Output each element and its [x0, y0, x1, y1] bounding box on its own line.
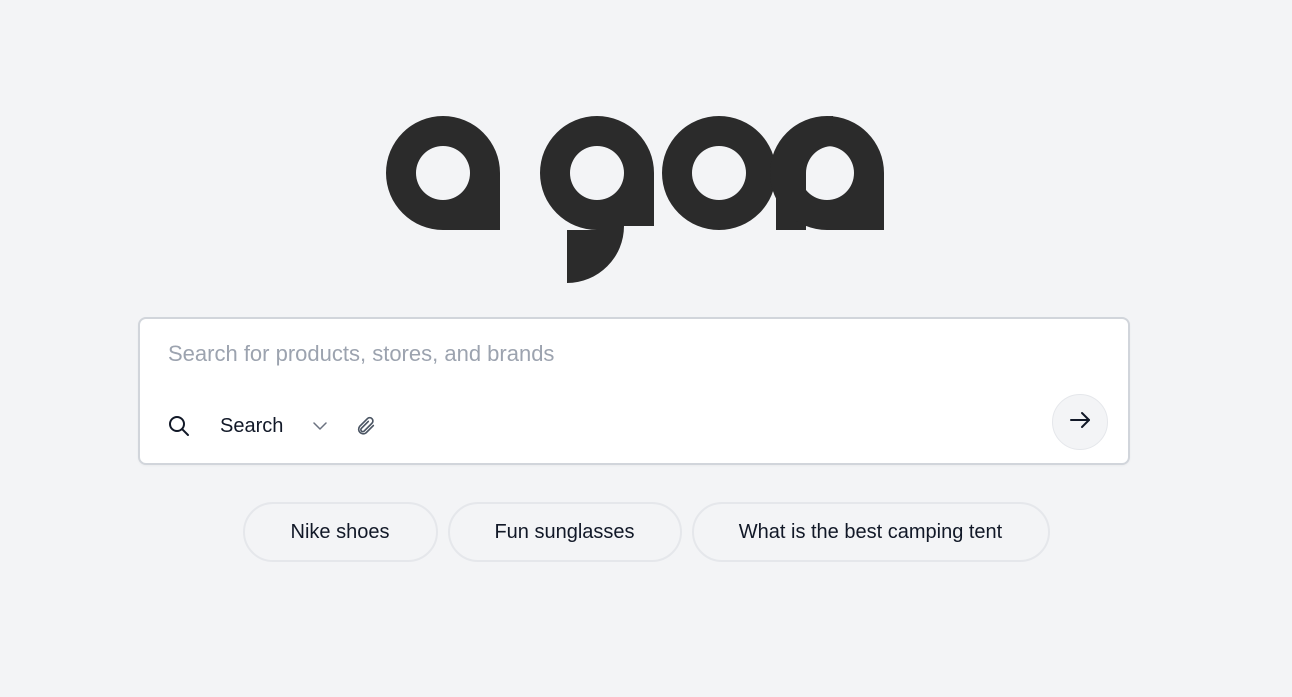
suggestion-chips: Nike shoes Fun sunglasses What is the be…: [0, 502, 1292, 562]
page: Search Nike shoe: [0, 0, 1292, 697]
suggestion-chip[interactable]: What is the best camping tent: [691, 502, 1050, 562]
search-mode-label: Search: [220, 414, 284, 437]
arrow-right-icon: [1068, 408, 1092, 437]
agora-logo: [386, 116, 886, 286]
suggestion-chip[interactable]: Nike shoes: [242, 502, 438, 562]
search-mode-dropdown[interactable]: Search: [220, 414, 328, 438]
chevron-down-icon: [313, 421, 328, 431]
search-box: Search: [138, 317, 1130, 465]
suggestion-chip[interactable]: Fun sunglasses: [447, 502, 682, 562]
submit-search-button[interactable]: [1052, 394, 1108, 450]
search-input[interactable]: [168, 337, 1048, 371]
search-toolbar: Search: [168, 409, 377, 443]
search-icon[interactable]: [168, 415, 190, 437]
paperclip-icon[interactable]: [355, 415, 377, 437]
